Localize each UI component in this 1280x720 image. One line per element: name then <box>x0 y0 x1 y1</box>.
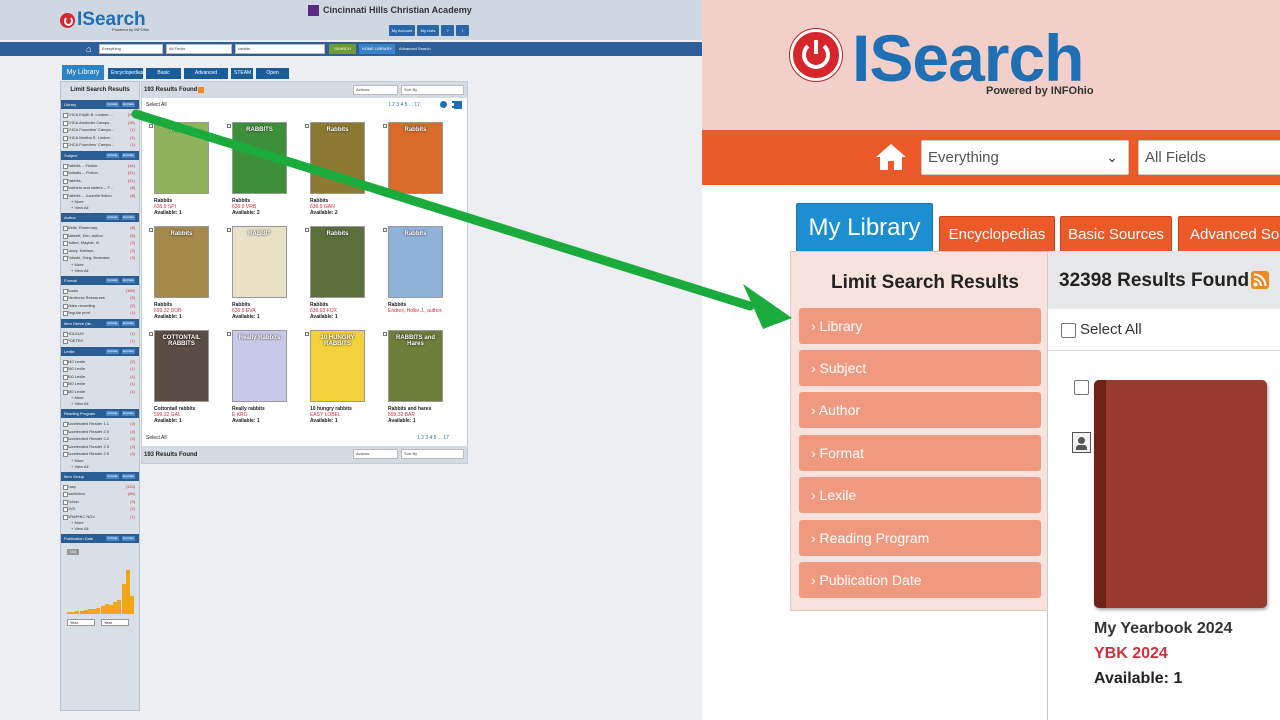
callout-arrow <box>131 109 792 329</box>
arrow-shaft <box>131 109 755 311</box>
